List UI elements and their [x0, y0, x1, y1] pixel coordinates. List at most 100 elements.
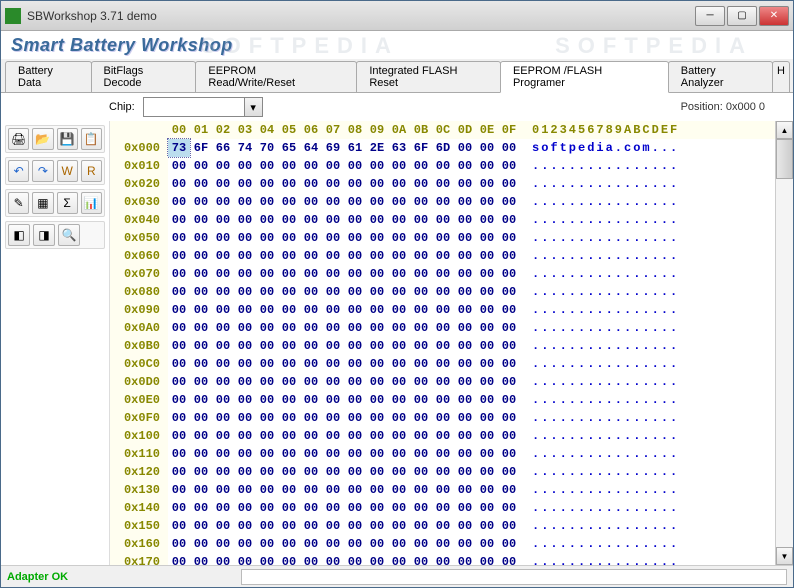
hex-byte[interactable]: 00 [168, 481, 190, 499]
hex-byte[interactable]: 00 [256, 175, 278, 193]
hex-byte[interactable]: 00 [432, 193, 454, 211]
hex-byte[interactable]: 00 [256, 373, 278, 391]
hex-byte[interactable]: 00 [476, 427, 498, 445]
hex-byte[interactable]: 00 [256, 247, 278, 265]
hex-byte[interactable]: 00 [410, 247, 432, 265]
hex-byte[interactable]: 00 [388, 283, 410, 301]
compare-icon[interactable]: 📋 [81, 128, 102, 150]
hex-byte[interactable]: 00 [476, 391, 498, 409]
hex-byte[interactable]: 00 [190, 499, 212, 517]
hex-byte[interactable]: 00 [344, 553, 366, 565]
hex-byte[interactable]: 00 [322, 283, 344, 301]
hex-byte[interactable]: 00 [322, 355, 344, 373]
hex-byte[interactable]: 00 [366, 409, 388, 427]
hex-byte[interactable]: 00 [300, 463, 322, 481]
hex-byte[interactable]: 00 [212, 229, 234, 247]
hex-byte[interactable]: 66 [212, 139, 234, 157]
hex-byte[interactable]: 00 [366, 373, 388, 391]
hex-byte[interactable]: 00 [322, 535, 344, 553]
hex-byte[interactable]: 00 [234, 355, 256, 373]
hex-byte[interactable]: 00 [278, 247, 300, 265]
hex-byte[interactable]: 00 [168, 499, 190, 517]
hex-byte[interactable]: 00 [388, 157, 410, 175]
hex-byte[interactable]: 00 [322, 391, 344, 409]
hex-byte[interactable]: 00 [278, 301, 300, 319]
hex-byte[interactable]: 00 [432, 175, 454, 193]
hex-byte[interactable]: 00 [410, 211, 432, 229]
minimize-button[interactable]: ─ [695, 6, 725, 26]
hex-byte[interactable]: 00 [410, 373, 432, 391]
hex-byte[interactable]: 00 [168, 553, 190, 565]
hex-byte[interactable]: 00 [234, 229, 256, 247]
hex-byte[interactable]: 00 [300, 301, 322, 319]
hex-byte[interactable]: 00 [190, 319, 212, 337]
hex-byte[interactable]: 00 [432, 481, 454, 499]
hex-byte[interactable]: 00 [366, 337, 388, 355]
hex-byte[interactable]: 00 [278, 445, 300, 463]
hex-byte[interactable]: 00 [366, 463, 388, 481]
hex-byte[interactable]: 00 [322, 427, 344, 445]
hex-byte[interactable]: 00 [234, 247, 256, 265]
hex-byte[interactable]: 00 [388, 463, 410, 481]
hex-byte[interactable]: 00 [344, 445, 366, 463]
hex-byte[interactable]: 00 [168, 373, 190, 391]
hex-byte[interactable]: 00 [388, 553, 410, 565]
tab-integrated-flash-reset[interactable]: Integrated FLASH Reset [356, 61, 501, 92]
hex-byte[interactable]: 00 [212, 373, 234, 391]
hex-byte[interactable]: 00 [366, 247, 388, 265]
hex-byte[interactable]: 00 [432, 391, 454, 409]
scroll-up-icon[interactable]: ▲ [776, 121, 793, 139]
hex-byte[interactable]: 00 [432, 157, 454, 175]
hex-byte[interactable]: 00 [234, 535, 256, 553]
hex-byte[interactable]: 00 [388, 175, 410, 193]
hex-byte[interactable]: 00 [454, 211, 476, 229]
hex-byte[interactable]: 00 [366, 391, 388, 409]
hex-byte[interactable]: 00 [190, 409, 212, 427]
hex-byte[interactable]: 00 [322, 463, 344, 481]
hex-byte[interactable]: 00 [344, 337, 366, 355]
hex-byte[interactable]: 00 [322, 229, 344, 247]
hex-byte[interactable]: 00 [454, 283, 476, 301]
hex-byte[interactable]: 00 [212, 409, 234, 427]
hex-byte[interactable]: 00 [168, 265, 190, 283]
write-icon[interactable]: W [57, 160, 78, 182]
hex-byte[interactable]: 00 [322, 409, 344, 427]
hex-byte[interactable]: 00 [278, 283, 300, 301]
hex-byte[interactable]: 00 [168, 391, 190, 409]
hex-byte[interactable]: 00 [454, 517, 476, 535]
hex-byte[interactable]: 00 [498, 247, 520, 265]
print-icon[interactable]: 🖨 [8, 128, 29, 150]
hex-byte[interactable]: 00 [454, 175, 476, 193]
hex-byte[interactable]: 00 [476, 463, 498, 481]
hex-byte[interactable]: 00 [432, 445, 454, 463]
hex-byte[interactable]: 00 [498, 409, 520, 427]
hex-byte[interactable]: 00 [344, 175, 366, 193]
hex-byte[interactable]: 00 [388, 409, 410, 427]
hex-byte[interactable]: 00 [476, 517, 498, 535]
hex-byte[interactable]: 00 [388, 301, 410, 319]
hex-byte[interactable]: 00 [212, 175, 234, 193]
hex-byte[interactable]: 00 [454, 535, 476, 553]
hex-byte[interactable]: 00 [300, 157, 322, 175]
hex-byte[interactable]: 00 [234, 409, 256, 427]
hex-byte[interactable]: 00 [432, 553, 454, 565]
hex-byte[interactable]: 00 [256, 337, 278, 355]
hex-byte[interactable]: 00 [344, 319, 366, 337]
hex-byte[interactable]: 00 [278, 553, 300, 565]
hex-byte[interactable]: 00 [498, 157, 520, 175]
hex-byte[interactable]: 00 [366, 319, 388, 337]
hex-byte[interactable]: 00 [322, 247, 344, 265]
hex-byte[interactable]: 00 [256, 355, 278, 373]
hex-byte[interactable]: 00 [388, 427, 410, 445]
hex-byte[interactable]: 74 [234, 139, 256, 157]
hex-byte[interactable]: 69 [322, 139, 344, 157]
hex-byte[interactable]: 00 [234, 481, 256, 499]
hex-byte[interactable]: 00 [278, 355, 300, 373]
grid-icon[interactable]: ▦ [32, 192, 53, 214]
hex-byte[interactable]: 00 [212, 157, 234, 175]
hex-byte[interactable]: 00 [388, 247, 410, 265]
hex-byte[interactable]: 00 [322, 445, 344, 463]
hex-byte[interactable]: 00 [300, 211, 322, 229]
hex-byte[interactable]: 00 [212, 301, 234, 319]
hex-byte[interactable]: 00 [234, 301, 256, 319]
